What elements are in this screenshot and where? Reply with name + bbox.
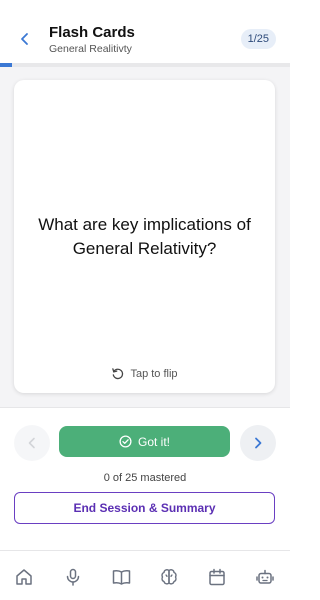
robot-icon xyxy=(256,569,274,584)
flash-card[interactable]: What are key implications of General Rel… xyxy=(14,80,275,393)
calendar-icon xyxy=(209,568,225,586)
mastered-status: 0 of 25 mastered xyxy=(103,472,187,484)
microphone-icon xyxy=(66,568,80,586)
flip-hint-label: Tap to flip xyxy=(130,367,178,380)
nav-home[interactable] xyxy=(13,566,35,588)
book-icon xyxy=(112,569,130,585)
card-counter-badge: 1/25 xyxy=(240,29,276,49)
tap-to-flip-hint[interactable]: Tap to flip xyxy=(14,367,275,380)
nav-calendar[interactable] xyxy=(206,566,228,588)
bottom-nav xyxy=(0,550,290,600)
card-area: What are key implications of General Rel… xyxy=(0,67,290,407)
deck-subtitle: General Realitivty xyxy=(49,43,132,55)
previous-card-button[interactable] xyxy=(14,425,50,461)
chevron-left-icon xyxy=(28,437,35,449)
brain-icon xyxy=(161,569,177,585)
home-icon xyxy=(16,569,32,585)
card-controls: Got it! 0 of 25 mastered End Session & S… xyxy=(0,407,290,550)
check-circle-icon xyxy=(119,435,132,448)
rotate-icon xyxy=(112,368,124,380)
nav-book[interactable] xyxy=(110,566,132,588)
nav-microphone[interactable] xyxy=(62,566,84,588)
chevron-left-icon xyxy=(21,33,28,45)
header: Flash Cards General Realitivty 1/25 xyxy=(0,0,290,64)
chevron-right-icon xyxy=(255,437,262,449)
got-it-button[interactable]: Got it! xyxy=(59,426,230,457)
back-button[interactable] xyxy=(14,28,36,50)
got-it-label: Got it! xyxy=(137,434,170,449)
card-question: What are key implications of General Rel… xyxy=(38,215,251,258)
flash-cards-screen: Flash Cards General Realitivty 1/25 What… xyxy=(0,0,290,600)
next-card-button[interactable] xyxy=(240,425,276,461)
page-title: Flash Cards xyxy=(49,24,135,41)
nav-robot[interactable] xyxy=(254,566,276,588)
nav-brain[interactable] xyxy=(158,566,180,588)
end-session-button[interactable]: End Session & Summary xyxy=(14,492,275,524)
